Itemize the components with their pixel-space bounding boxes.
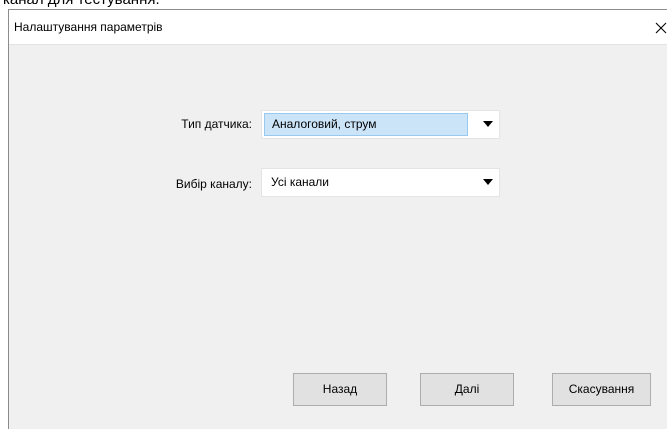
back-button[interactable]: Назад (293, 373, 387, 406)
channel-label: Вибір каналу: (175, 177, 252, 191)
background-window-text: канал для тестування. (3, 0, 160, 9)
settings-dialog: Налаштування параметрів Тип датчика: Ана… (8, 9, 667, 429)
sensor-type-select[interactable]: Аналоговий, струм (261, 110, 500, 139)
channel-selected-value: Усі канали (271, 175, 330, 189)
cancel-button[interactable]: Скасування (552, 373, 651, 406)
close-icon (655, 22, 667, 34)
chevron-down-icon (483, 121, 493, 127)
dialog-title: Налаштування параметрів (14, 20, 163, 34)
next-button[interactable]: Далі (420, 373, 514, 406)
chevron-down-icon (483, 179, 493, 185)
channel-select[interactable]: Усі канали (261, 168, 500, 197)
sensor-type-label: Тип датчика: (181, 117, 252, 131)
sensor-type-selected-value: Аналоговий, струм (264, 113, 468, 136)
dialog-titlebar: Налаштування параметрів (9, 10, 667, 45)
close-button[interactable] (649, 17, 667, 39)
background-window-fragment: канал для тестування. (0, 0, 667, 9)
